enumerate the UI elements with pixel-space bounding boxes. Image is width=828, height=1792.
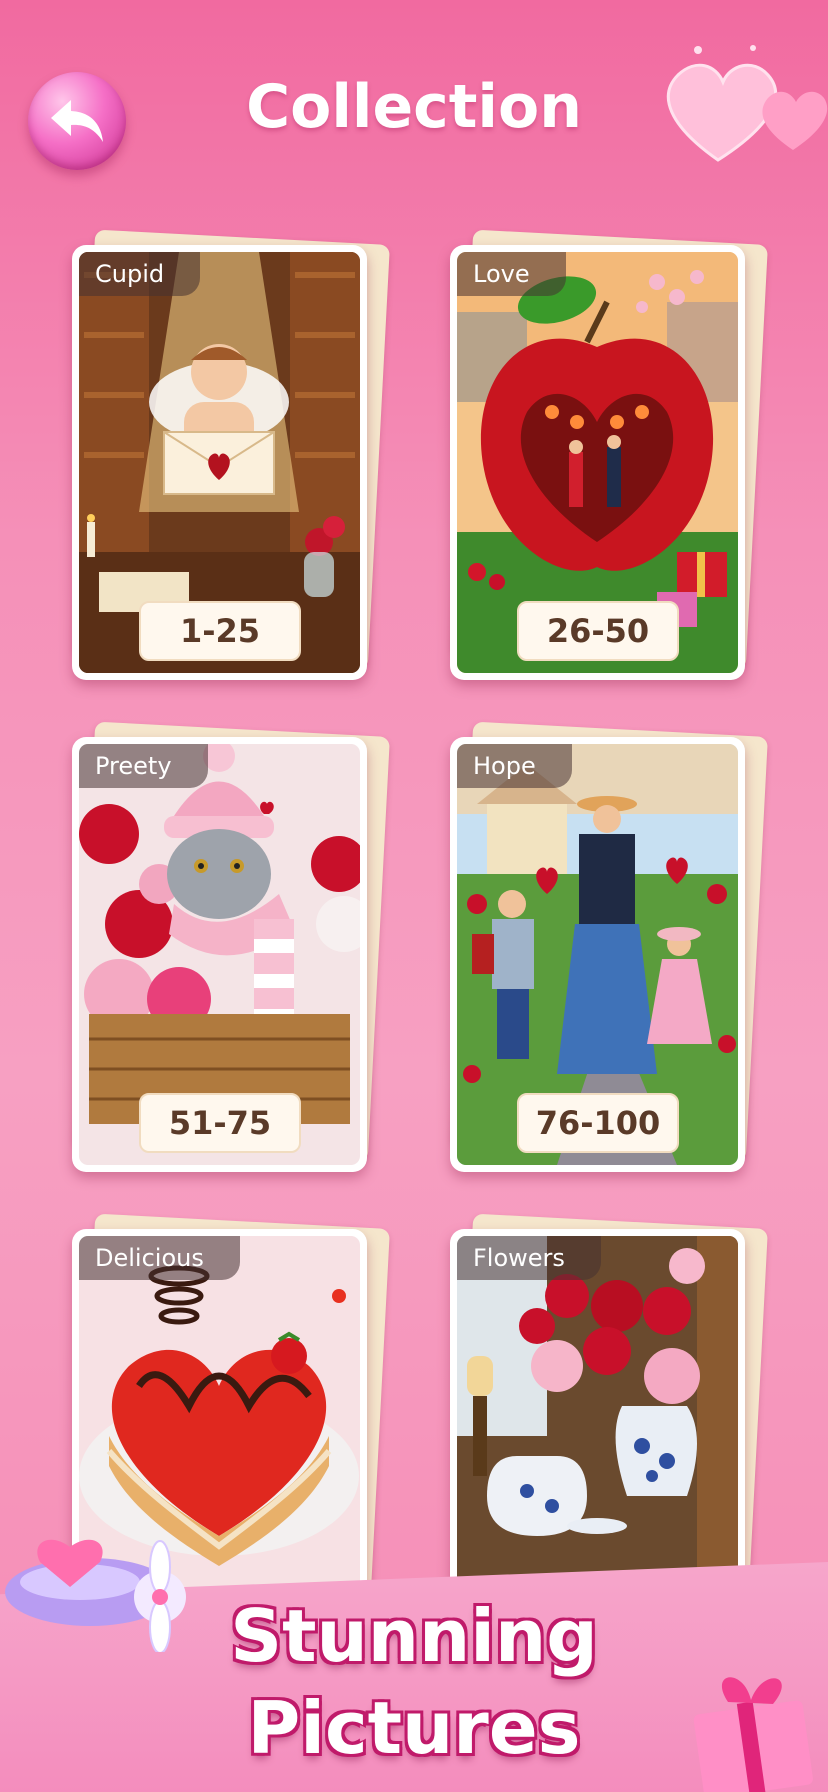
collection-name: Hope <box>457 744 572 788</box>
preety-image: Preety 51-75 <box>79 744 360 1165</box>
level-range-badge: 1-25 <box>139 601 301 661</box>
collection-name: Flowers <box>457 1236 601 1280</box>
collection-name: Delicious <box>79 1236 240 1280</box>
collection-name: Cupid <box>79 252 201 296</box>
love-image: Love 26-50 <box>457 252 738 673</box>
collection-card-preety[interactable]: Preety 51-75 <box>72 721 390 1172</box>
level-range-badge: 51-75 <box>139 1093 301 1153</box>
collection-name: Preety <box>79 744 208 788</box>
level-range-badge: 26-50 <box>517 601 679 661</box>
collection-card-love[interactable]: Love 26-50 <box>450 229 768 680</box>
collection-name: Love <box>457 252 566 296</box>
level-range-badge: 76-100 <box>517 1093 679 1153</box>
hope-image: Hope 76-100 <box>457 744 738 1165</box>
page-title: Collection <box>246 72 582 142</box>
gift-box-icon <box>693 1677 813 1792</box>
collection-card-hope[interactable]: Hope 76-100 <box>450 721 768 1172</box>
cupid-image: Cupid 1-25 <box>79 252 360 673</box>
collection-card-cupid[interactable]: Cupid 1-25 <box>72 229 390 680</box>
